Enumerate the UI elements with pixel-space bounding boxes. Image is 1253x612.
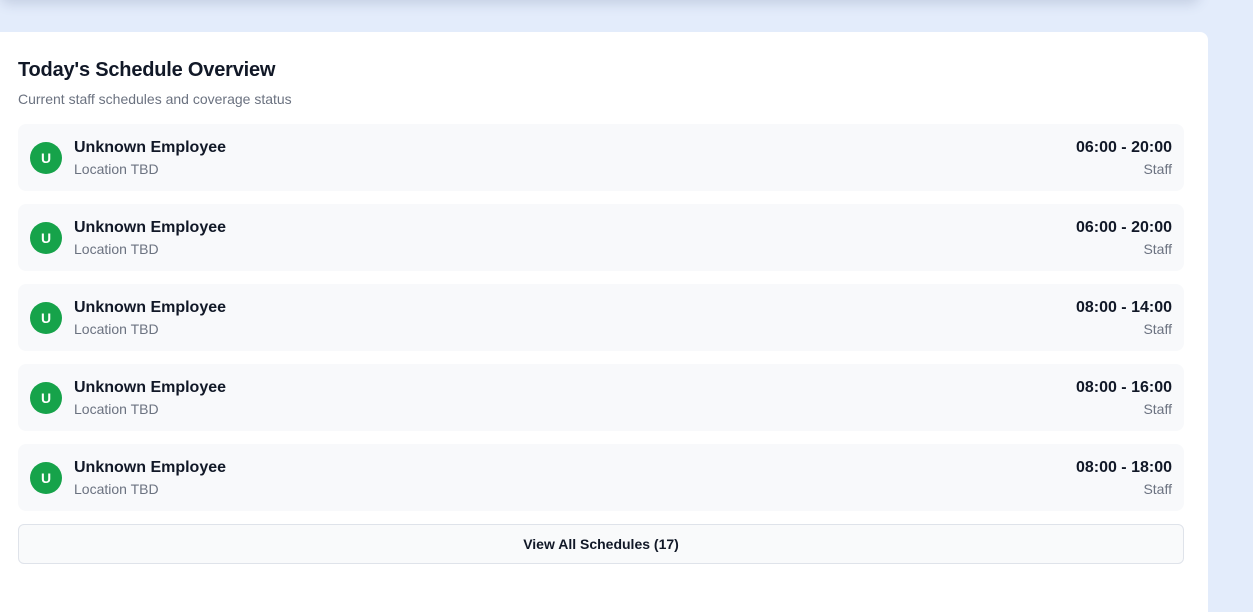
shift-time: 08:00 - 14:00 — [1075, 298, 1172, 316]
employee-location: Location TBD — [74, 320, 159, 337]
schedule-row[interactable]: U Unknown Employee Location TBD 08:00 - … — [18, 284, 1184, 351]
panel-title: Today's Schedule Overview — [18, 59, 276, 81]
employee-location: Location TBD — [74, 160, 159, 177]
employee-name: Unknown Employee — [74, 378, 227, 396]
schedule-row[interactable]: U Unknown Employee Location TBD 06:00 - … — [18, 204, 1184, 271]
employee-location: Location TBD — [74, 240, 159, 257]
employee-name: Unknown Employee — [74, 218, 227, 236]
avatar: U — [30, 301, 62, 334]
shift-time: 06:00 - 20:00 — [1075, 138, 1172, 156]
employee-name: Unknown Employee — [74, 298, 227, 316]
panel-subtitle: Current staff schedules and coverage sta… — [18, 91, 292, 107]
schedule-list: U Unknown Employee Location TBD 06:00 - … — [18, 124, 1184, 511]
employee-location: Location TBD — [74, 400, 159, 417]
employee-name: Unknown Employee — [74, 458, 227, 476]
schedule-row[interactable]: U Unknown Employee Location TBD 08:00 - … — [18, 444, 1184, 511]
employee-role: Staff — [1143, 240, 1172, 257]
schedule-overview-panel: Today's Schedule Overview Current staff … — [0, 32, 1208, 612]
schedule-row[interactable]: U Unknown Employee Location TBD 06:00 - … — [18, 124, 1184, 191]
employee-role: Staff — [1143, 160, 1172, 177]
employee-role: Staff — [1143, 320, 1172, 337]
employee-location: Location TBD — [74, 480, 159, 497]
employee-role: Staff — [1143, 400, 1172, 417]
avatar: U — [30, 381, 62, 414]
employee-role: Staff — [1143, 480, 1172, 497]
avatar: U — [30, 461, 62, 494]
employee-name: Unknown Employee — [74, 138, 227, 156]
shift-time: 08:00 - 16:00 — [1075, 378, 1172, 396]
shift-time: 06:00 - 20:00 — [1075, 218, 1172, 236]
view-all-schedules-button[interactable]: View All Schedules (17) — [18, 524, 1184, 564]
avatar: U — [30, 221, 62, 254]
schedule-row[interactable]: U Unknown Employee Location TBD 08:00 - … — [18, 364, 1184, 431]
shift-time: 08:00 - 18:00 — [1075, 458, 1172, 476]
avatar: U — [30, 141, 62, 174]
